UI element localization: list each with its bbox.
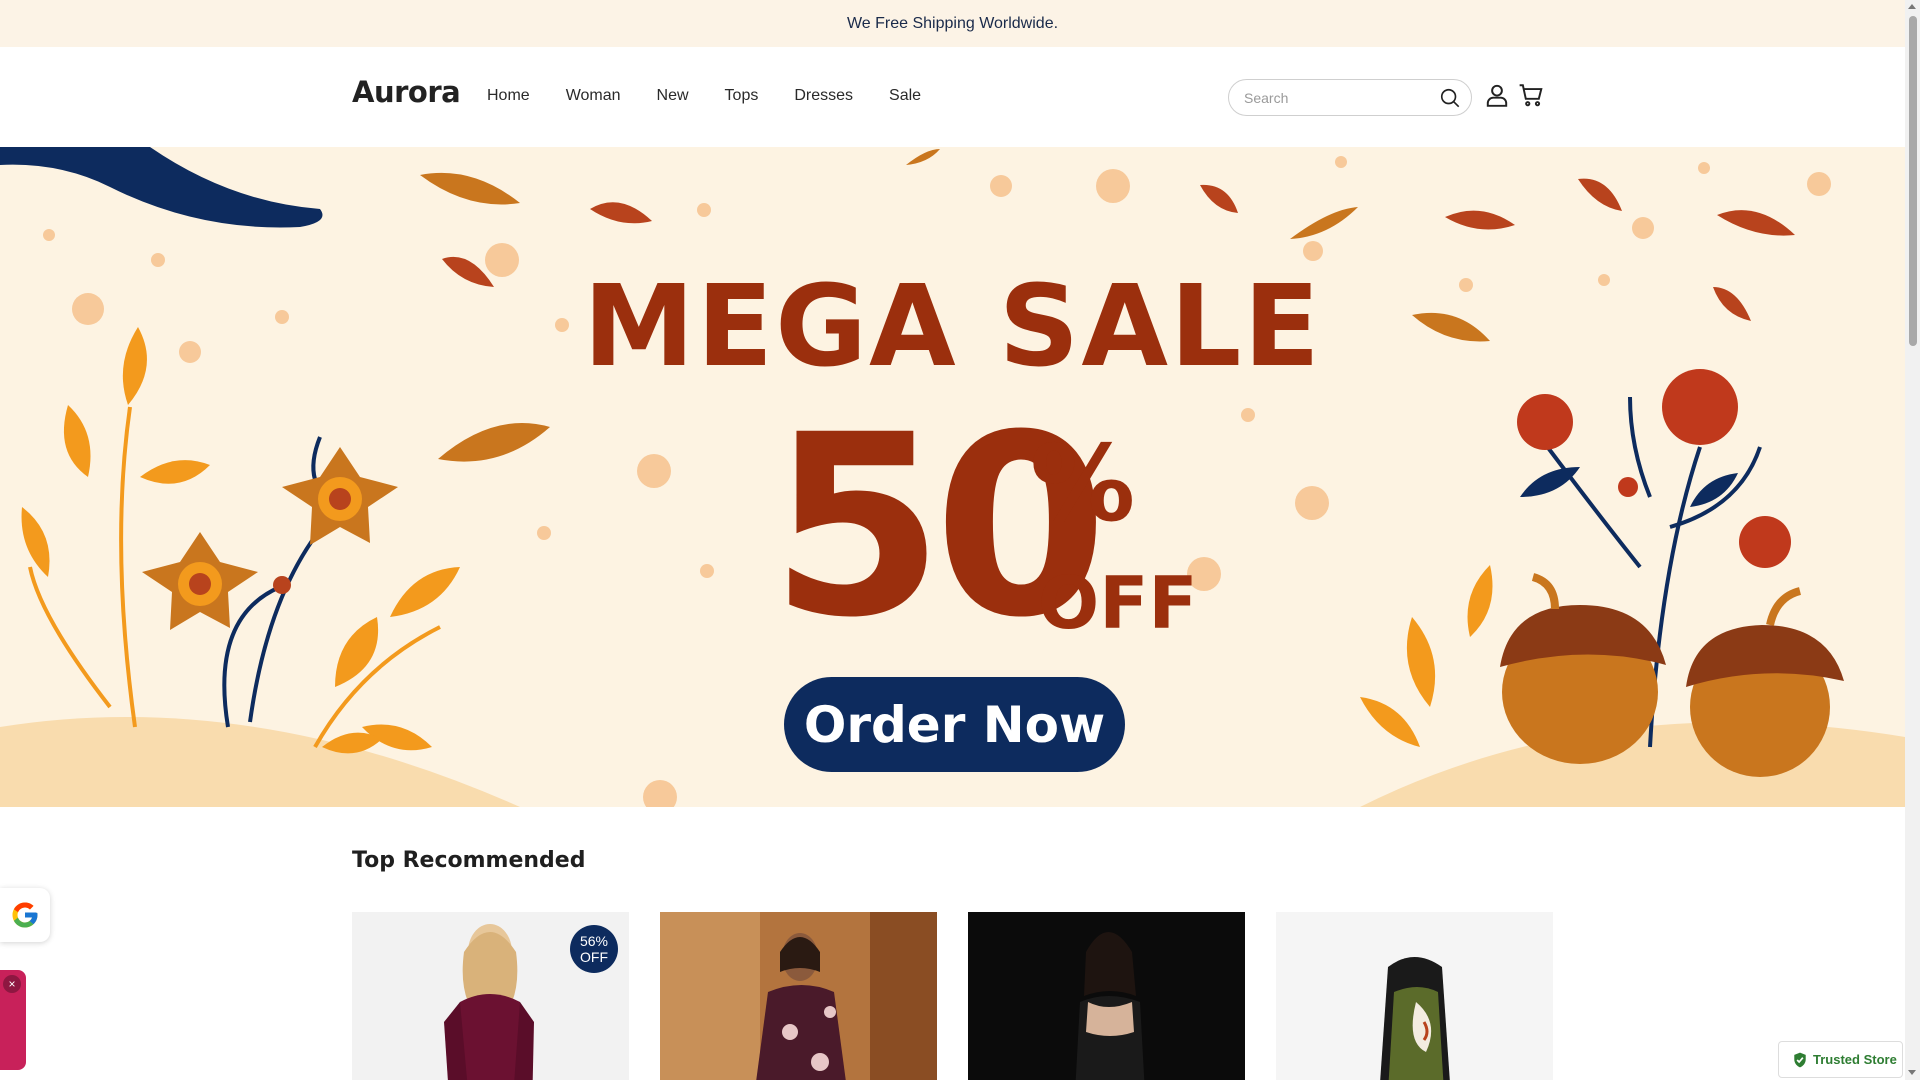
product-row: 56% OFF: [352, 912, 1553, 1080]
search-icon[interactable]: [1439, 87, 1461, 109]
site-logo[interactable]: Aurora: [352, 75, 461, 109]
trusted-store-label: Trusted Store: [1813, 1052, 1897, 1067]
product-image[interactable]: [660, 912, 937, 1080]
product-card[interactable]: 56% OFF: [352, 912, 629, 1080]
google-icon: [12, 902, 38, 928]
product-card[interactable]: [1276, 912, 1553, 1080]
order-now-button[interactable]: Order Now: [784, 677, 1125, 772]
product-image[interactable]: [1276, 912, 1553, 1080]
page-scrollbar[interactable]: [1905, 0, 1920, 1080]
scroll-up-arrow-icon[interactable]: [1908, 4, 1916, 9]
cart-icon[interactable]: [1518, 82, 1544, 108]
product-card[interactable]: [968, 912, 1245, 1080]
announcement-text: We Free Shipping Worldwide.: [846, 14, 1059, 32]
site-header: Aurora Home Woman New Tops Dresses Sale: [0, 47, 1905, 147]
hero-percent-sign: %: [1030, 423, 1136, 545]
product-image[interactable]: [968, 912, 1245, 1080]
nav-home[interactable]: Home: [487, 87, 530, 105]
announcement-bar: We Free Shipping Worldwide.: [0, 0, 1905, 47]
nav-dresses[interactable]: Dresses: [794, 87, 853, 105]
nav-new[interactable]: New: [657, 87, 689, 105]
main-nav: Home Woman New Tops Dresses Sale: [487, 87, 957, 105]
hero-banner[interactable]: MEGA SALE 50 % OFF Order Now: [0, 147, 1905, 807]
hero-off-label: OFF: [1038, 561, 1198, 645]
account-icon[interactable]: [1484, 82, 1510, 108]
close-icon[interactable]: ×: [3, 975, 21, 993]
trusted-store-badge[interactable]: Trusted Store: [1778, 1041, 1903, 1078]
nav-woman[interactable]: Woman: [566, 87, 621, 105]
nav-sale[interactable]: Sale: [889, 87, 921, 105]
product-card[interactable]: [660, 912, 937, 1080]
hero-headline: MEGA SALE: [583, 262, 1322, 392]
scroll-down-arrow-icon[interactable]: [1908, 1070, 1916, 1075]
shield-check-icon: [1794, 1052, 1806, 1067]
scrollbar-thumb[interactable]: [1909, 16, 1917, 346]
google-reviews-widget[interactable]: [0, 888, 50, 942]
search-box: [1228, 79, 1472, 116]
search-input[interactable]: [1244, 89, 1424, 106]
section-title: Top Recommended: [352, 848, 586, 873]
discount-badge: 56% OFF: [570, 925, 618, 973]
nav-tops[interactable]: Tops: [725, 87, 759, 105]
